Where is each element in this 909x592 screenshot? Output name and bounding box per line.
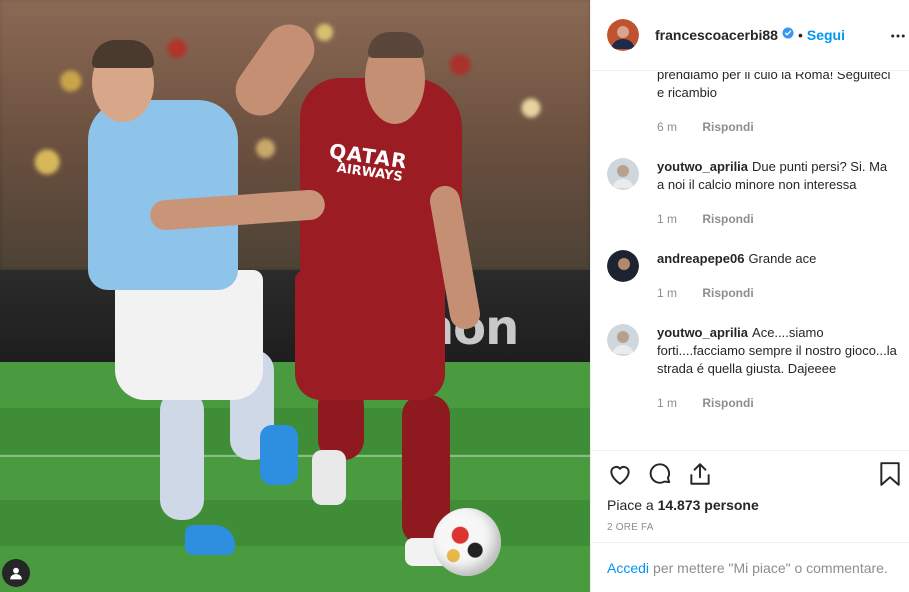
action-icons — [607, 461, 900, 492]
comment-username[interactable]: andreapepe06 — [657, 251, 744, 266]
comment-text: Grande ace — [748, 251, 817, 266]
comment-time: 1 m — [657, 396, 678, 410]
reply-button[interactable]: Rispondi — [702, 396, 753, 410]
commenter-avatar[interactable] — [607, 324, 639, 356]
comment-time: 6 m — [657, 120, 678, 134]
login-prompt: Accedi per mettere "Mi piace" o commenta… — [591, 542, 909, 592]
reply-button[interactable]: Rispondi — [702, 212, 753, 226]
header-separator: • — [797, 27, 803, 43]
comment-body: youtwo_aprilia Ace....siamo forti....facc… — [657, 324, 897, 378]
comment-icon[interactable] — [647, 461, 673, 492]
comment-meta: 1 m Rispondi — [657, 210, 897, 228]
likes-count[interactable]: Piace a 14.873 persone — [607, 497, 759, 513]
football — [433, 508, 501, 576]
comment-body: prendiamo per il culo la Roma! Seguiteci… — [657, 72, 897, 102]
verified-badge-icon — [782, 26, 794, 44]
post-actions: Piace a 14.873 persone 2 ORE FA — [591, 450, 909, 542]
comment-item: youtwo_aprilia Ace....siamo forti....facc… — [607, 324, 897, 412]
comment-time: 1 m — [657, 212, 678, 226]
author-username[interactable]: francescoacerbi88 — [655, 27, 778, 43]
likes-number: 14.873 — [657, 497, 701, 513]
player-roma-shorts — [295, 270, 445, 400]
author-avatar[interactable] — [607, 19, 639, 51]
commenter-avatar[interactable] — [607, 250, 639, 282]
comment-username[interactable]: youtwo_aprilia — [657, 325, 748, 340]
comment-body: andreapepe06 Grande ace — [657, 250, 897, 268]
player-lazio-leg — [160, 390, 204, 520]
tagged-users-button[interactable] — [2, 559, 30, 587]
player-lazio-shirt — [88, 100, 238, 290]
player-lazio-hair — [92, 40, 154, 68]
reply-button[interactable]: Rispondi — [702, 120, 753, 134]
post-photo[interactable]: non QATAR AIRWAYS — [0, 0, 590, 592]
player-lazio-boot — [260, 425, 298, 485]
bookmark-icon[interactable] — [879, 461, 901, 492]
player-roma-hair — [368, 32, 424, 58]
reply-button[interactable]: Rispondi — [702, 286, 753, 300]
comment-meta: 1 m Rispondi — [657, 284, 897, 302]
comment-item: prendiamo per il culo la Roma! Seguiteci… — [607, 72, 897, 136]
likes-prefix: Piace a — [607, 497, 658, 513]
comment-time: 1 m — [657, 286, 678, 300]
user-icon — [10, 567, 22, 580]
comment-item: youtwo_aprilia Due punti persi? Si. Ma a … — [607, 158, 897, 228]
follow-button[interactable]: Segui — [807, 27, 845, 43]
comment-body: youtwo_aprilia Due punti persi? Si. Ma a … — [657, 158, 897, 194]
comment-text: prendiamo per il culo la Roma! Seguiteci… — [657, 72, 891, 100]
post-header: francescoacerbi88 • Segui — [591, 0, 909, 71]
post-details-pane: francescoacerbi88 • Segui prendiamo per … — [590, 0, 909, 592]
comments-list[interactable]: prendiamo per il culo la Roma! Seguiteci… — [591, 72, 909, 450]
more-options-icon[interactable] — [889, 27, 907, 50]
comment-item: andreapepe06 Grande ace 1 m Rispondi — [607, 250, 897, 302]
login-prompt-text: per mettere "Mi piace" o commentare. — [653, 559, 888, 576]
avatar-image — [607, 19, 639, 51]
heart-icon[interactable] — [607, 461, 633, 492]
comment-meta: 1 m Rispondi — [657, 394, 897, 412]
player-roma-boot — [312, 450, 346, 505]
login-link[interactable]: Accedi — [607, 560, 649, 576]
share-icon[interactable] — [687, 461, 713, 492]
comment-username[interactable]: youtwo_aprilia — [657, 159, 748, 174]
likes-suffix: persone — [700, 497, 759, 513]
comment-meta: 6 m Rispondi — [657, 118, 897, 136]
post-timestamp: 2 ORE FA — [607, 522, 654, 533]
player-lazio-boot — [185, 525, 235, 555]
commenter-avatar[interactable] — [607, 158, 639, 190]
